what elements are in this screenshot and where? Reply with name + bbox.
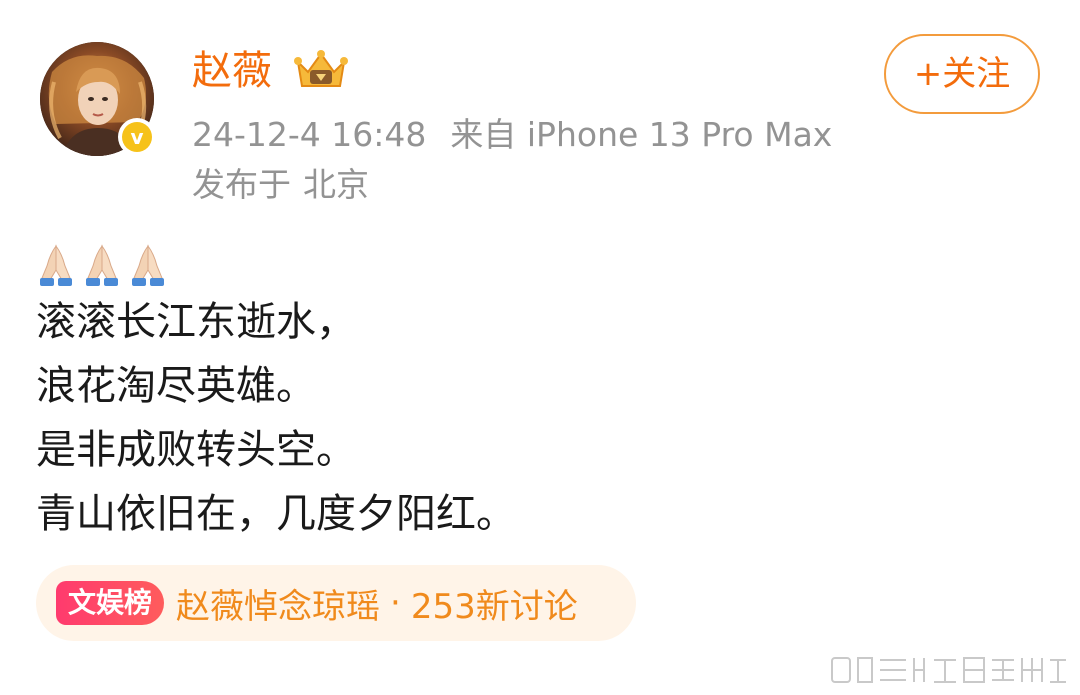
timestamp: 24-12-4 16:48	[192, 115, 427, 154]
topic-rank-tag: 文娱榜	[56, 581, 165, 625]
post-body: 滚滚长江东逝水， 浪花淘尽英雄。 是非成败转头空。 青山依旧在，几度夕阳红。	[36, 240, 1036, 546]
location-prefix: 发布于	[192, 165, 291, 204]
topic-discussion-count: 253新讨论	[410, 586, 578, 627]
post-text-line: 滚滚长江东逝水，	[36, 299, 356, 345]
post-text-line: 是非成败转头空。	[36, 427, 356, 473]
pray-icon	[40, 244, 72, 286]
verified-mark: v	[122, 122, 152, 152]
post-header: v 赵薇 24-12-4 16:48 来自 iPhone 13 Pro Max 发…	[0, 0, 1080, 230]
location: 北京	[303, 165, 369, 204]
watermark-logo	[831, 657, 1066, 683]
follow-button[interactable]: +关注	[884, 34, 1040, 114]
post-meta: 24-12-4 16:48 来自 iPhone 13 Pro Max	[192, 112, 832, 158]
pray-icon	[86, 244, 118, 286]
pray-icon	[132, 244, 164, 286]
hot-topic-link[interactable]: 文娱榜 赵薇悼念琼瑶 · 253新讨论	[36, 565, 636, 641]
emoji-row	[36, 240, 1036, 290]
device-source: iPhone 13 Pro Max	[526, 115, 833, 154]
source-prefix: 来自	[450, 115, 517, 154]
post-text-line: 浪花淘尽英雄。	[36, 363, 316, 409]
topic-separator: ·	[390, 583, 401, 623]
topic-title: 赵薇悼念琼瑶	[176, 586, 381, 627]
verified-badge: v	[118, 118, 156, 156]
post-location: 发布于 北京	[192, 162, 369, 208]
crown-icon[interactable]	[292, 48, 350, 92]
username[interactable]: 赵薇	[192, 46, 272, 96]
post-text-line: 青山依旧在，几度夕阳红。	[36, 491, 516, 537]
